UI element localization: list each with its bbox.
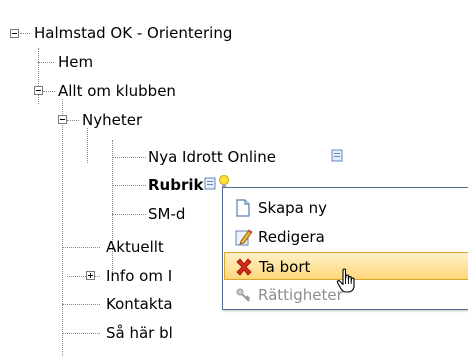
tree-connector (62, 333, 100, 334)
tree-connector (112, 185, 146, 186)
tree-node-nyheter[interactable]: Nyheter (82, 111, 142, 129)
menu-item-label: Skapa ny (258, 199, 328, 217)
permissions-icon (236, 288, 251, 302)
tree-connector (87, 128, 88, 163)
menu-item-label: Rättigheter (258, 286, 343, 304)
tree-connector (43, 91, 55, 92)
menu-item-label: Redigera (258, 228, 325, 246)
tree-connector (20, 33, 30, 34)
tree-connector (38, 62, 54, 63)
tree-node-sa-har[interactable]: Så här bl (106, 324, 173, 342)
tree-node-kontakta[interactable]: Kontakta (106, 295, 173, 313)
menu-item-label: Ta bort (259, 258, 311, 276)
document-icon (204, 177, 216, 190)
tree-connector (67, 120, 79, 121)
tree-node-sm[interactable]: SM-d (148, 205, 185, 223)
tree-connector (62, 99, 63, 356)
tree-node-info[interactable]: Info om I (106, 267, 172, 285)
tree-connector (38, 48, 39, 104)
menu-item-redigera[interactable]: Redigera (224, 223, 468, 251)
menu-item-skapa-ny[interactable]: Skapa ny (224, 194, 468, 222)
tree-connector (67, 276, 100, 277)
document-icon (331, 149, 343, 162)
edit-pencil-icon (235, 229, 253, 246)
new-document-icon (236, 199, 250, 217)
tree-node-aktuellt[interactable]: Aktuellt (106, 238, 164, 256)
collapse-toggle[interactable] (34, 86, 43, 95)
hand-cursor-icon (336, 268, 355, 293)
tree-node-rubrik[interactable]: Rubrik (148, 176, 203, 194)
tree-node-root[interactable]: Halmstad OK - Orientering (34, 24, 232, 42)
tree-node-hem[interactable]: Hem (58, 53, 93, 71)
collapse-toggle[interactable] (58, 115, 67, 124)
lightbulb-icon (219, 175, 229, 187)
tree-node-nya-idrott-online[interactable]: Nya Idrott Online (148, 148, 276, 166)
delete-x-icon (236, 258, 252, 276)
tree-connector (112, 214, 146, 215)
tree-node-allt-om-klubben[interactable]: Allt om klubben (58, 82, 176, 100)
collapse-toggle[interactable] (10, 29, 19, 38)
tree-connector (62, 247, 100, 248)
tree-connector (62, 304, 100, 305)
expand-toggle[interactable] (86, 271, 95, 280)
tree-connector (112, 157, 146, 158)
